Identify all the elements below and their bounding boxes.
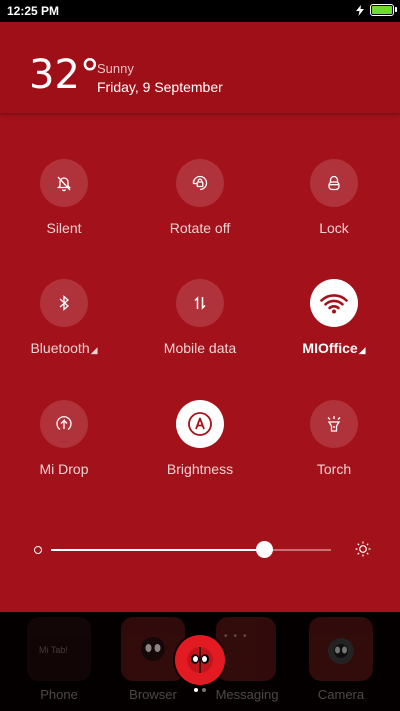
toggle-rotate-label: Rotate off (169, 220, 231, 236)
brightness-track[interactable] (51, 541, 331, 558)
page-indicator (194, 688, 206, 692)
toggle-wifi-label: MIOffice◢ (274, 340, 394, 356)
toggle-rotate-button[interactable] (176, 159, 224, 207)
toggle-bluetooth[interactable]: Bluetooth◢ (4, 279, 124, 356)
brightness-thumb[interactable] (256, 541, 273, 558)
wifi-icon (320, 294, 348, 314)
weather-date: Friday, 9 September (97, 79, 223, 95)
brightness-low-icon (34, 546, 42, 554)
dock-app-browser-icon[interactable] (121, 617, 185, 681)
toggle-bluetooth-label: Bluetooth◢ (4, 340, 124, 356)
toggle-brightness-label: Brightness (166, 461, 234, 477)
dock-tile-preview-text: Mi Tab! (39, 645, 68, 655)
toggle-silent-label: Silent (46, 220, 82, 236)
dock-app-messaging-icon[interactable]: ••• (216, 617, 276, 681)
toggle-mobile-data-button[interactable] (176, 279, 224, 327)
toggle-mi-drop-button[interactable] (40, 400, 88, 448)
mobile-data-icon (194, 296, 206, 310)
toggle-rotate[interactable]: Rotate off (140, 159, 260, 236)
status-time: 12:25 PM (7, 4, 60, 18)
lock-icon (328, 175, 340, 191)
toggle-mi-drop-label: Mi Drop (39, 461, 89, 477)
toggle-lock-button[interactable] (310, 159, 358, 207)
dock-label-messaging: Messaging (215, 687, 279, 702)
floating-app-button[interactable] (175, 635, 225, 685)
battery-icon (370, 4, 397, 16)
toggle-mi-drop[interactable]: Mi Drop (4, 400, 124, 477)
temperature: 32° (29, 52, 100, 98)
bluetooth-icon (59, 295, 69, 311)
toggle-mobile-data[interactable]: Mobile data (140, 279, 260, 356)
charging-icon (356, 4, 364, 16)
toggle-torch-button[interactable] (310, 400, 358, 448)
dock-app-phone-icon[interactable]: Mi Tab! (27, 617, 91, 681)
toggle-brightness-button[interactable] (176, 400, 224, 448)
messaging-dots-icon: ••• (224, 631, 253, 642)
notification-shade: 12:25 PM 32° Sunny Friday, 9 September S… (0, 0, 400, 711)
torch-icon (327, 416, 341, 432)
brightness-slider[interactable] (32, 540, 372, 560)
toggle-lock[interactable]: Lock (274, 159, 394, 236)
brightness-high-icon (355, 541, 371, 557)
rotate-lock-icon (192, 175, 208, 191)
toggle-wifi[interactable]: MIOffice◢ (274, 279, 394, 356)
dock-label-phone: Phone (40, 687, 78, 702)
toggle-silent-button[interactable] (40, 159, 88, 207)
toggle-brightness[interactable]: Brightness (140, 400, 260, 477)
expand-caret-icon[interactable]: ◢ (359, 345, 366, 355)
bell-off-icon (56, 176, 72, 192)
brightness-track-fill (51, 549, 264, 551)
dock-label-camera: Camera (317, 687, 365, 702)
page-dot (202, 688, 206, 692)
dock-app-camera-icon[interactable] (309, 617, 373, 681)
status-bar: 12:25 PM (0, 0, 400, 22)
mi-drop-icon (56, 416, 72, 431)
toggle-torch[interactable]: Torch (274, 400, 394, 477)
browser-face-icon (141, 637, 165, 661)
toggle-wifi-text: MIOffice (302, 340, 358, 356)
page-dot-active (194, 688, 198, 692)
weather-header[interactable]: 32° Sunny Friday, 9 September (0, 22, 400, 113)
toggle-bluetooth-text: Bluetooth (30, 340, 90, 356)
toggle-lock-label: Lock (319, 220, 349, 236)
toggle-bluetooth-button[interactable] (40, 279, 88, 327)
mask-face-icon (187, 647, 213, 673)
toggle-wifi-button[interactable] (310, 279, 358, 327)
auto-brightness-icon (188, 412, 212, 436)
toggle-silent[interactable]: Silent (4, 159, 124, 236)
dock-label-browser: Browser (129, 687, 177, 702)
toggle-torch-label: Torch (316, 461, 352, 477)
camera-lens-icon (328, 638, 354, 664)
status-icons (356, 4, 397, 16)
expand-caret-icon[interactable]: ◢ (91, 345, 98, 355)
toggle-mobile-data-label: Mobile data (163, 340, 237, 356)
weather-condition: Sunny (97, 61, 134, 76)
